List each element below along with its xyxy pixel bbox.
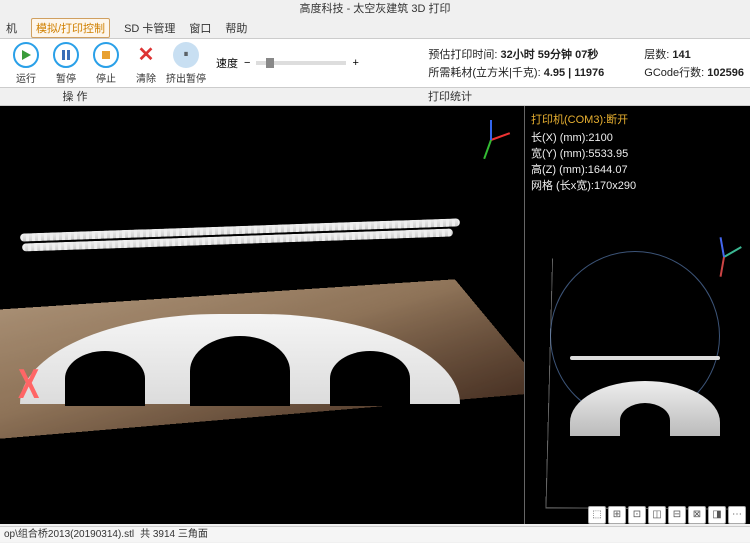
tool-2[interactable]: ⊞ [608,506,626,524]
status-tris: 共 3914 三角面 [140,527,208,542]
x-icon: ✕ [133,42,159,68]
model-bridge [20,244,460,404]
tool-6[interactable]: ⊠ [688,506,706,524]
main-viewport[interactable]: X [0,106,525,524]
stats-panel: 预估打印时间: 32小时 59分钟 07秒 所需耗材(立方米|千克): 4.95… [428,44,744,82]
run-button[interactable]: 运行 [6,42,46,85]
speed-control[interactable]: 速度 − + [216,55,359,71]
tool-3[interactable]: ⊡ [628,506,646,524]
toolbar: 运行 暂停 停止 ✕ 清除 ⏸ 挤出暂停 速度 − + 预估打印时间: 32小时… [0,38,750,88]
pause-button[interactable]: 暂停 [46,42,86,85]
menu-bar: 机 模拟/打印控制 SD 卡管理 窗口 帮助 [0,18,750,38]
status-file: op\组合桥2013(20190314).stl [4,527,134,542]
tool-1[interactable]: ⬚ [588,506,606,524]
ops-label: 操 作 [0,88,150,105]
stop-button[interactable]: 停止 [86,42,126,85]
side-model [570,366,720,436]
tool-5[interactable]: ⊟ [668,506,686,524]
extrude-pause-button[interactable]: ⏸ 挤出暂停 [166,42,206,85]
menu-simulate[interactable]: 模拟/打印控制 [31,18,110,38]
side-viewport[interactable]: 打印机(COM3):断开 长(X) (mm):2100 宽(Y) (mm):55… [525,106,750,524]
tool-4[interactable]: ◫ [648,506,666,524]
tool-7[interactable]: ◨ [708,506,726,524]
speed-plus[interactable]: + [352,57,358,69]
axis-gizmo[interactable] [466,114,516,164]
viewports: X 打印机(COM3):断开 长(X) (mm):2100 宽(Y) (mm):… [0,106,750,524]
speed-slider[interactable] [256,61,346,65]
sub-bar: 操 作 打印统计 [0,88,750,106]
bottom-toolbar: ⬚ ⊞ ⊡ ◫ ⊟ ⊠ ◨ ⋯ [588,506,746,524]
menu-machine[interactable]: 机 [6,20,17,36]
window-title: 高度科技 - 太空灰建筑 3D 打印 [0,0,750,18]
clear-button[interactable]: ✕ 清除 [126,42,166,85]
stats-label: 打印统计 [150,88,750,105]
speed-minus[interactable]: − [244,57,250,69]
menu-help[interactable]: 帮助 [225,20,247,36]
menu-window[interactable]: 窗口 [189,20,211,36]
menu-sdcard[interactable]: SD 卡管理 [124,20,175,36]
extrude-icon: ⏸ [173,42,199,68]
status-bar: op\组合桥2013(20190314).stl 共 3914 三角面 [0,526,750,542]
x-axis-marker: X [18,360,39,408]
printer-info: 打印机(COM3):断开 长(X) (mm):2100 宽(Y) (mm):55… [531,112,636,194]
tool-8[interactable]: ⋯ [728,506,746,524]
speed-label: 速度 [216,55,238,71]
